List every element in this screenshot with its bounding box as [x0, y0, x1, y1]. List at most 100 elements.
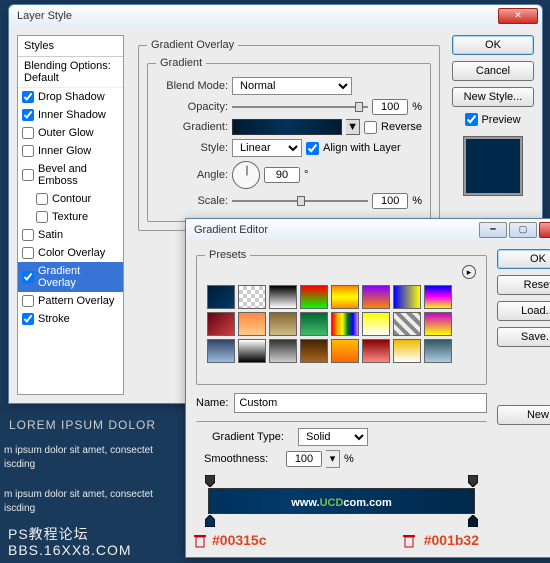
style-item-satin[interactable]: Satin	[18, 226, 123, 244]
ge-new-button[interactable]: New	[497, 405, 550, 425]
style-select[interactable]: Linear	[232, 139, 302, 157]
gradient-swatch[interactable]	[232, 119, 342, 135]
preset-swatch[interactable]	[207, 285, 235, 309]
align-checkbox[interactable]	[306, 142, 319, 155]
gradient-label: Gradient:	[156, 121, 228, 133]
preset-swatch[interactable]	[331, 285, 359, 309]
style-checkbox[interactable]	[36, 211, 48, 223]
style-checkbox[interactable]	[22, 295, 34, 307]
ge-ok-button[interactable]: OK	[497, 249, 550, 269]
gradient-dropdown-icon[interactable]: ▼	[346, 119, 360, 135]
style-checkbox[interactable]	[22, 109, 34, 121]
preset-swatch[interactable]	[393, 339, 421, 363]
color-stop-right[interactable]	[468, 515, 478, 527]
style-item-bevel-and-emboss[interactable]: Bevel and Emboss	[18, 160, 123, 190]
type-select[interactable]: Solid	[298, 428, 368, 446]
preset-swatch[interactable]	[362, 285, 390, 309]
style-label: Style:	[156, 142, 228, 154]
opacity-stop-left[interactable]	[205, 475, 215, 487]
preset-swatch[interactable]	[393, 285, 421, 309]
style-label: Stroke	[38, 313, 70, 325]
preset-swatch[interactable]	[269, 339, 297, 363]
style-item-pattern-overlay[interactable]: Pattern Overlay	[18, 292, 123, 310]
style-checkbox[interactable]	[22, 169, 34, 181]
ge-titlebar[interactable]: Gradient Editor ━ ▢ ✕	[186, 219, 550, 241]
ge-reset-button[interactable]: Reset	[497, 275, 550, 295]
styles-header[interactable]: Styles	[18, 36, 123, 57]
preset-swatch[interactable]	[238, 285, 266, 309]
scale-slider[interactable]	[232, 194, 368, 208]
style-item-inner-glow[interactable]: Inner Glow	[18, 142, 123, 160]
style-checkbox[interactable]	[22, 91, 34, 103]
angle-value[interactable]	[264, 167, 300, 183]
gradient-editor-dialog: Gradient Editor ━ ▢ ✕ Presets ▸ Name: Gr…	[185, 218, 550, 558]
group-title: Gradient Overlay	[147, 39, 238, 51]
style-item-outer-glow[interactable]: Outer Glow	[18, 124, 123, 142]
gradient-overlay-group: Gradient Overlay Gradient Blend Mode: No…	[138, 39, 440, 231]
style-item-color-overlay[interactable]: Color Overlay	[18, 244, 123, 262]
preset-swatch[interactable]	[300, 339, 328, 363]
smooth-value[interactable]	[286, 451, 322, 467]
preset-swatch[interactable]	[238, 312, 266, 336]
style-checkbox[interactable]	[36, 193, 48, 205]
ge-close-button[interactable]: ✕	[539, 222, 550, 238]
presets-menu-icon[interactable]: ▸	[462, 265, 476, 279]
preset-swatch[interactable]	[300, 312, 328, 336]
scale-value[interactable]	[372, 193, 408, 209]
color-stop-left[interactable]	[205, 515, 215, 527]
style-item-contour[interactable]: Contour	[18, 190, 123, 208]
titlebar[interactable]: Layer Style ✕	[9, 5, 542, 27]
style-checkbox[interactable]	[22, 313, 34, 325]
preset-swatch[interactable]	[424, 312, 452, 336]
preset-swatch[interactable]	[424, 339, 452, 363]
opacity-value[interactable]	[372, 99, 408, 115]
preset-swatch[interactable]	[331, 339, 359, 363]
style-label: Gradient Overlay	[38, 265, 119, 289]
maximize-button[interactable]: ▢	[509, 222, 537, 238]
minimize-button[interactable]: ━	[479, 222, 507, 238]
preset-swatch[interactable]	[207, 339, 235, 363]
reverse-checkbox[interactable]	[364, 121, 377, 134]
name-input[interactable]	[234, 393, 487, 413]
opacity-stop-right[interactable]	[468, 475, 478, 487]
gradient-subgroup: Gradient Blend Mode: Normal Opacity: % G…	[147, 57, 431, 222]
preset-swatch[interactable]	[300, 285, 328, 309]
close-button[interactable]: ✕	[498, 8, 538, 24]
preset-swatch[interactable]	[207, 312, 235, 336]
style-checkbox[interactable]	[22, 145, 34, 157]
pct-label: %	[412, 101, 422, 113]
preset-swatch[interactable]	[238, 339, 266, 363]
style-item-drop-shadow[interactable]: Drop Shadow	[18, 88, 123, 106]
new-style-button[interactable]: New Style...	[452, 87, 534, 107]
blendmode-select[interactable]: Normal	[232, 77, 352, 95]
style-checkbox[interactable]	[22, 229, 34, 241]
preset-swatch[interactable]	[269, 312, 297, 336]
ok-button[interactable]: OK	[452, 35, 534, 55]
cancel-button[interactable]: Cancel	[452, 61, 534, 81]
preset-swatch[interactable]	[424, 285, 452, 309]
presets-group: Presets ▸	[196, 249, 487, 385]
style-checkbox[interactable]	[22, 271, 34, 283]
style-item-stroke[interactable]: Stroke	[18, 310, 123, 328]
preset-swatch[interactable]	[362, 312, 390, 336]
style-item-texture[interactable]: Texture	[18, 208, 123, 226]
trash-icon-left[interactable]	[194, 534, 206, 548]
gradient-bar[interactable]: www.UCDcom.com	[208, 488, 475, 514]
smooth-dropdown-icon[interactable]: ▾	[326, 450, 340, 468]
style-checkbox[interactable]	[22, 247, 34, 259]
ge-save-button[interactable]: Save...	[497, 327, 550, 347]
preset-swatch[interactable]	[362, 339, 390, 363]
preset-swatch[interactable]	[331, 312, 359, 336]
style-item-inner-shadow[interactable]: Inner Shadow	[18, 106, 123, 124]
preview-checkbox[interactable]	[465, 113, 478, 126]
angle-dial[interactable]	[232, 161, 260, 189]
trash-icon-right[interactable]	[403, 534, 415, 548]
preset-swatch[interactable]	[393, 312, 421, 336]
name-label: Name:	[196, 397, 228, 409]
style-checkbox[interactable]	[22, 127, 34, 139]
blending-options-row[interactable]: Blending Options: Default	[18, 57, 123, 88]
ge-load-button[interactable]: Load...	[497, 301, 550, 321]
style-item-gradient-overlay[interactable]: Gradient Overlay	[18, 262, 123, 292]
preset-swatch[interactable]	[269, 285, 297, 309]
opacity-slider[interactable]	[232, 100, 368, 114]
